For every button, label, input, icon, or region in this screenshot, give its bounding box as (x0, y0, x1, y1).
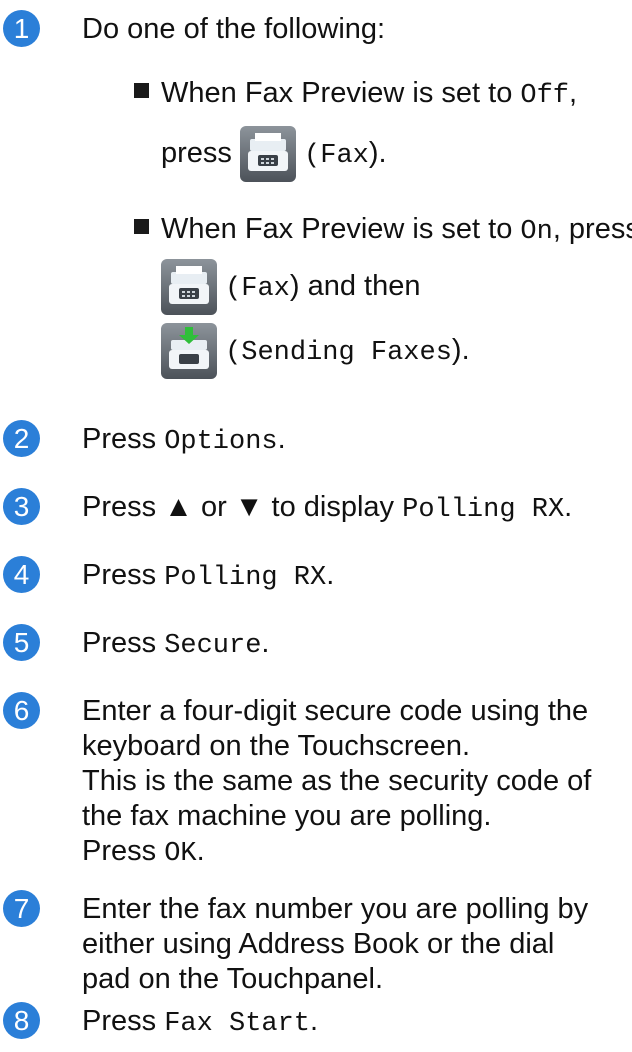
secure-label: Secure (164, 631, 262, 661)
options-label: Options (164, 427, 278, 457)
polling-rx-label: Polling RX (164, 563, 327, 593)
step-7-line: either using Address Book or the dial (82, 928, 555, 960)
bullet-square-icon (134, 219, 149, 234)
step-number-badge: 3 (3, 488, 40, 525)
fax-start-label: Fax Start (164, 1009, 311, 1039)
step-6-line: This is the same as the security code of (82, 765, 592, 797)
step-number-badge: 1 (3, 10, 40, 47)
step-1-intro: Do one of the following: (82, 13, 386, 45)
bullet-2-line3: (Sending Faxes). (161, 322, 470, 381)
step-number-badge: 2 (3, 420, 40, 457)
fax-icon[interactable] (239, 126, 296, 183)
step-6-line: the fax machine you are polling. (82, 800, 492, 832)
fax-icon[interactable] (161, 259, 217, 316)
bullet-2: When Fax Preview is set to On, press (134, 212, 632, 250)
step-number-badge: 5 (3, 624, 40, 661)
sending-faxes-icon[interactable] (161, 323, 217, 380)
step-6-line: Enter a four-digit secure code using the (82, 695, 589, 727)
step-7-line: pad on the Touchpanel. (82, 963, 384, 995)
bullet-2-line2: (Fax) and then (161, 258, 420, 317)
step-number-badge: 7 (3, 890, 40, 927)
ok-label: OK (164, 839, 197, 869)
step-number-badge: 8 (3, 1002, 40, 1039)
bullet-square-icon (134, 83, 149, 98)
step-7-line: Enter the fax number you are polling by (82, 893, 589, 925)
step-number-badge: 4 (3, 556, 40, 593)
step-number-badge: 6 (3, 692, 40, 729)
bullet-1-line2: press (Fax). (161, 125, 387, 184)
polling-rx-label: Polling RX (402, 495, 565, 525)
step-6-line: keyboard on the Touchscreen. (82, 730, 471, 762)
bullet-1: When Fax Preview is set to Off, (134, 76, 577, 114)
